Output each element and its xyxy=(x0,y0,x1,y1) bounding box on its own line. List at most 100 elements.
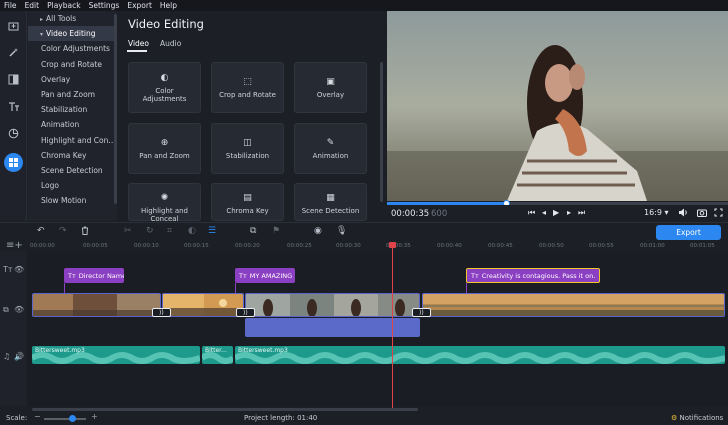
video-preview[interactable] xyxy=(387,11,728,201)
marker-icon[interactable]: ⚑ xyxy=(272,226,280,236)
menu-help[interactable]: Help xyxy=(160,1,177,10)
aspect-ratio-select[interactable]: 16:9 ▾ xyxy=(644,208,669,217)
overlay-clip[interactable] xyxy=(245,318,420,337)
title-clip[interactable]: Tт Director Name xyxy=(64,268,124,283)
audio-clip[interactable]: Bittersweet.mp3 xyxy=(32,346,200,364)
clip-thumbnails xyxy=(423,294,724,316)
tile-pan-and-zoom[interactable]: ⊕ Pan and Zoom xyxy=(128,123,201,174)
menu-playback[interactable]: Playback xyxy=(47,1,80,10)
more-tools-icon[interactable] xyxy=(4,153,23,172)
stickers-icon[interactable] xyxy=(4,124,23,143)
audio-clip[interactable]: Bittersweet.mp3 xyxy=(235,346,725,364)
rotate-icon[interactable]: ↻ xyxy=(146,226,154,236)
category-animation[interactable]: Animation xyxy=(28,117,117,132)
menu-edit[interactable]: Edit xyxy=(25,1,40,10)
snapshot-icon[interactable] xyxy=(697,208,707,219)
title-track-icon: Tт xyxy=(3,265,13,274)
playhead-handle[interactable] xyxy=(389,242,396,248)
video-clip[interactable] xyxy=(32,293,161,317)
tab-audio[interactable]: Audio xyxy=(160,39,181,48)
video-track-visibility-icon[interactable]: 👁 xyxy=(14,305,24,314)
insert-media-icon[interactable]: ⧉ xyxy=(250,226,256,236)
playhead[interactable] xyxy=(392,242,393,410)
tile-chroma-key[interactable]: ▤ Chroma Key xyxy=(211,183,284,221)
title-clip-stem xyxy=(64,283,65,293)
tool-rail xyxy=(0,11,27,221)
microphone-icon[interactable]: 🎙 xyxy=(336,226,347,236)
current-time: 00:00:35 xyxy=(391,209,430,219)
volume-icon[interactable] xyxy=(678,208,688,219)
transition-marker[interactable]: ⟩⟩ xyxy=(152,308,171,317)
play-icon[interactable]: ▶ xyxy=(553,208,559,217)
skip-back-icon[interactable]: ⏮ xyxy=(528,208,535,218)
fullscreen-icon[interactable] xyxy=(714,208,723,219)
clip-properties-icon[interactable]: ☰ xyxy=(208,226,216,236)
category-slow-motion[interactable]: Slow Motion xyxy=(28,193,117,208)
category-crop-and-rotate[interactable]: Crop and Rotate xyxy=(28,57,117,72)
notifications-button[interactable]: ⚙ Notifications xyxy=(671,414,723,422)
tile-animation[interactable]: ✎ Animation xyxy=(294,123,367,174)
magic-wand-icon[interactable] xyxy=(4,43,23,62)
effects-scrollbar[interactable] xyxy=(380,62,383,202)
title-track-visibility-icon[interactable]: 👁 xyxy=(14,265,24,274)
tile-stabilization[interactable]: ◫ Stabilization xyxy=(211,123,284,174)
category-logo[interactable]: Logo xyxy=(28,178,117,193)
scale-slider[interactable] xyxy=(44,418,86,420)
audio-track-icon: ♫ xyxy=(3,352,11,361)
menu-bar: File Edit Playback Settings Export Help xyxy=(0,0,728,11)
ruler-tick: 00:00:45 xyxy=(488,243,513,249)
delete-icon[interactable] xyxy=(81,226,89,238)
category-color-adjustments[interactable]: Color Adjustments xyxy=(28,41,117,56)
scale-slider-handle[interactable] xyxy=(69,415,76,422)
undo-icon[interactable]: ↶ xyxy=(37,226,45,236)
record-voice-icon[interactable]: ◉ xyxy=(314,226,322,236)
category-highlight-and-conceal[interactable]: Highlight and Conc... xyxy=(28,133,117,148)
transition-marker[interactable]: ⟩⟩ xyxy=(236,308,255,317)
zoom-out-icon[interactable]: − xyxy=(34,412,41,421)
audio-clip[interactable]: Bitter... xyxy=(202,346,233,364)
video-clip[interactable] xyxy=(245,293,420,317)
menu-export[interactable]: Export xyxy=(127,1,152,10)
cut-icon[interactable]: ✂ xyxy=(124,226,132,236)
timeline-horizontal-scrollbar[interactable] xyxy=(32,408,418,411)
category-scrollbar[interactable] xyxy=(114,14,117,204)
export-button[interactable]: Export xyxy=(656,225,721,240)
category-stabilization[interactable]: Stabilization xyxy=(28,102,117,117)
skip-forward-icon[interactable]: ⏭ xyxy=(578,208,585,218)
menu-file[interactable]: File xyxy=(4,1,17,10)
category-scene-detection[interactable]: Scene Detection xyxy=(28,163,117,178)
tab-video[interactable]: Video xyxy=(128,39,149,48)
transitions-icon[interactable] xyxy=(4,70,23,89)
add-track-icon[interactable]: ≡+ xyxy=(6,240,23,251)
timeline-ruler[interactable] xyxy=(28,242,728,251)
redo-icon[interactable]: ↷ xyxy=(59,226,67,236)
step-back-icon[interactable]: ◂ xyxy=(542,208,546,217)
zoom-in-icon[interactable]: + xyxy=(91,412,98,421)
import-icon[interactable] xyxy=(4,17,23,36)
tile-highlight-and-conceal[interactable]: ✺ Highlight and Conceal xyxy=(128,183,201,223)
tile-overlay[interactable]: ▣ Overlay xyxy=(294,62,367,113)
tile-color-adjustments[interactable]: ◐ Color Adjustments xyxy=(128,62,201,113)
title-clip-selected[interactable]: Tт Creativity is contagious. Pass it on. xyxy=(466,268,600,283)
tile-crop-and-rotate[interactable]: ⬚ Crop and Rotate xyxy=(211,62,284,113)
tile-scene-detection[interactable]: ▦ Scene Detection xyxy=(294,183,367,221)
ruler-tick: 00:00:10 xyxy=(134,243,159,249)
ruler-tick: 00:00:40 xyxy=(437,243,462,249)
category-all-tools[interactable]: ▸ All Tools xyxy=(28,11,117,26)
transition-marker[interactable]: ⟩⟩ xyxy=(412,308,431,317)
category-pan-and-zoom[interactable]: Pan and Zoom xyxy=(28,87,117,102)
audio-waveform xyxy=(235,352,725,364)
category-overlay[interactable]: Overlay xyxy=(28,72,117,87)
category-chroma-key[interactable]: Chroma Key xyxy=(28,148,117,163)
ruler-tick: 00:00:20 xyxy=(235,243,260,249)
video-clip[interactable] xyxy=(162,293,244,317)
menu-settings[interactable]: Settings xyxy=(89,1,120,10)
video-clip[interactable] xyxy=(422,293,725,317)
step-forward-icon[interactable]: ▸ xyxy=(567,208,571,217)
audio-track-mute-icon[interactable]: 🔊 xyxy=(14,352,24,361)
category-video-editing[interactable]: ▾ Video Editing xyxy=(28,26,117,42)
titles-icon[interactable] xyxy=(4,97,23,116)
title-clip[interactable]: Tт MY AMAZING xyxy=(235,268,295,283)
crop-tool-icon[interactable]: ⌗ xyxy=(167,226,172,236)
color-tool-icon[interactable]: ◐ xyxy=(188,226,196,236)
